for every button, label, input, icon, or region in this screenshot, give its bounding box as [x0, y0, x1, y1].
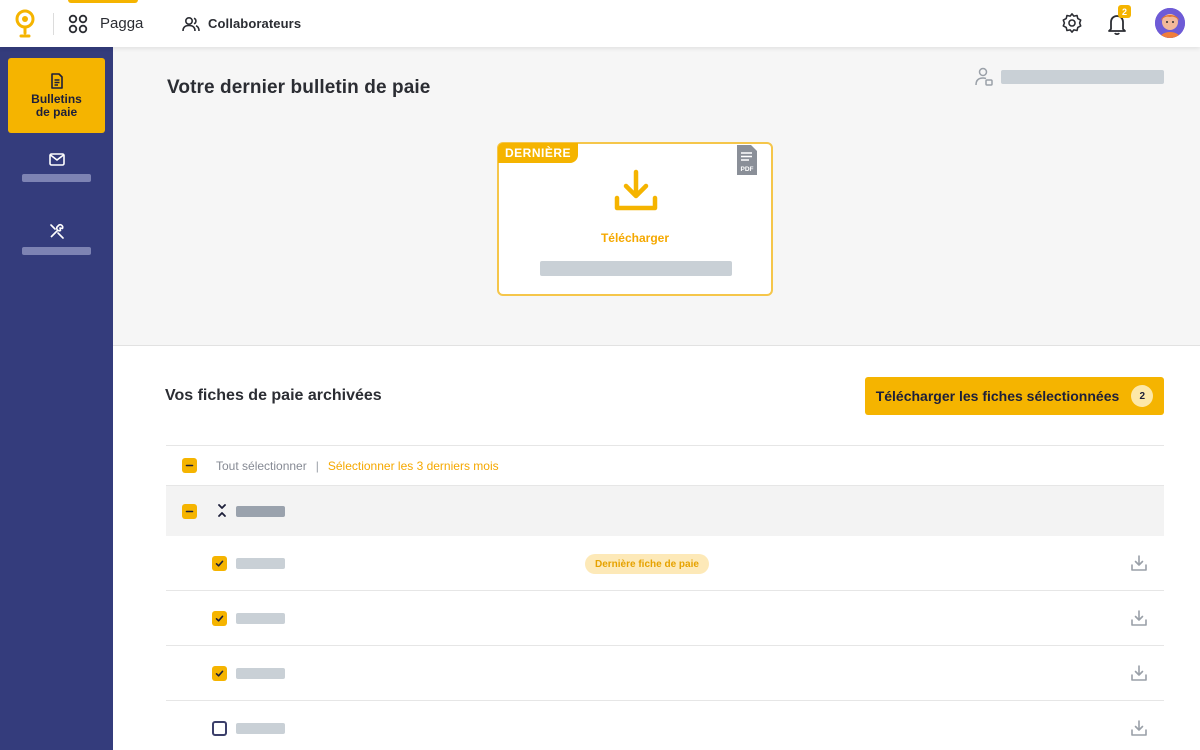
collapse-chevron-icon[interactable] [216, 502, 228, 520]
pdf-file-label: PDF [741, 166, 754, 173]
download-icon[interactable] [1130, 609, 1148, 627]
latest-payslip-section: Votre dernier bulletin de paie DERNIÈRE … [113, 47, 1200, 346]
separator: | [315, 458, 319, 473]
table-row [166, 701, 1164, 750]
select-all-checkbox[interactable] [182, 458, 197, 473]
employee-name-placeholder [1001, 70, 1164, 84]
minus-icon [185, 510, 194, 512]
download-selected-button[interactable]: Télécharger les fiches sélectionnées 2 [865, 377, 1164, 415]
check-icon [215, 615, 224, 622]
user-avatar[interactable] [1155, 8, 1185, 38]
sidebar-item-payslips[interactable]: Bulletins de paie [8, 58, 105, 133]
payslip-period-placeholder [540, 261, 732, 276]
active-tab-indicator [68, 0, 138, 3]
download-icon [614, 169, 658, 211]
row-checkbox[interactable] [212, 665, 227, 681]
apps-menu-tab[interactable]: Pagga [68, 0, 143, 47]
collaborators-link[interactable]: Collaborateurs [182, 0, 301, 47]
employee-user-icon [975, 67, 993, 86]
check-icon [215, 670, 224, 677]
latest-payslip-badge: Dernière fiche de paie [585, 554, 709, 574]
table-row: Dernière fiche de paie [166, 536, 1164, 591]
selection-toolbar: Tout sélectionner | Sélectionner les 3 d… [166, 445, 1164, 486]
download-selected-label: Télécharger les fiches sélectionnées [875, 388, 1120, 404]
header-divider [53, 13, 54, 35]
apps-grid-icon [68, 14, 88, 33]
table-row [166, 646, 1164, 701]
table-row [166, 591, 1164, 646]
pagga-logo-icon[interactable] [14, 9, 36, 39]
tools-icon [49, 223, 64, 239]
sidebar-item-payslips-label: Bulletins de paie [31, 91, 82, 119]
selected-count-badge: 2 [1131, 385, 1154, 407]
minus-icon [185, 464, 194, 467]
payslip-month-placeholder [236, 557, 285, 569]
archived-payslips-list: Tout sélectionner | Sélectionner les 3 d… [166, 445, 1164, 750]
page-title: Votre dernier bulletin de paie [167, 77, 431, 98]
users-icon [182, 16, 200, 31]
sidebar-item-tools[interactable] [8, 223, 105, 255]
group-year-placeholder [236, 505, 285, 517]
collaborators-label: Collaborateurs [208, 16, 302, 31]
row-checkbox[interactable] [212, 610, 227, 626]
sidebar-item-messages[interactable] [8, 153, 105, 182]
row-checkbox[interactable] [212, 721, 227, 736]
pdf-file-icon: PDF [737, 145, 757, 175]
payslip-month-placeholder [236, 667, 285, 679]
payslip-month-placeholder [236, 612, 285, 624]
download-latest-label: Télécharger [600, 231, 670, 245]
download-icon[interactable] [1130, 664, 1148, 682]
top-bar: Pagga Collaborateurs 2 [0, 0, 1200, 47]
latest-tag: DERNIÈRE [498, 143, 579, 163]
sidebar-item-label-placeholder [22, 247, 91, 255]
sidebar-item-label-placeholder [22, 174, 91, 182]
check-icon [215, 560, 224, 567]
download-icon[interactable] [1130, 719, 1148, 737]
app-name: Pagga [100, 15, 144, 32]
payslip-month-placeholder [236, 723, 285, 734]
group-checkbox[interactable] [182, 503, 197, 519]
row-checkbox[interactable] [212, 555, 227, 571]
select-all-label[interactable]: Tout sélectionner [216, 459, 307, 473]
mail-icon [48, 153, 65, 166]
document-icon [50, 72, 63, 89]
sidebar: Bulletins de paie [0, 47, 113, 750]
notifications-count-badge: 2 [1118, 5, 1131, 18]
avatar-illustration-icon [1155, 8, 1185, 38]
download-icon[interactable] [1130, 554, 1148, 572]
year-group-row[interactable] [166, 486, 1164, 536]
select-last-3-months-link[interactable]: Sélectionner les 3 derniers mois [328, 459, 499, 473]
settings-gear-icon[interactable] [1061, 12, 1083, 34]
latest-payslip-card[interactable]: DERNIÈRE PDF Télécharger [497, 142, 773, 296]
archived-section-title: Vos fiches de paie archivées [165, 387, 382, 404]
